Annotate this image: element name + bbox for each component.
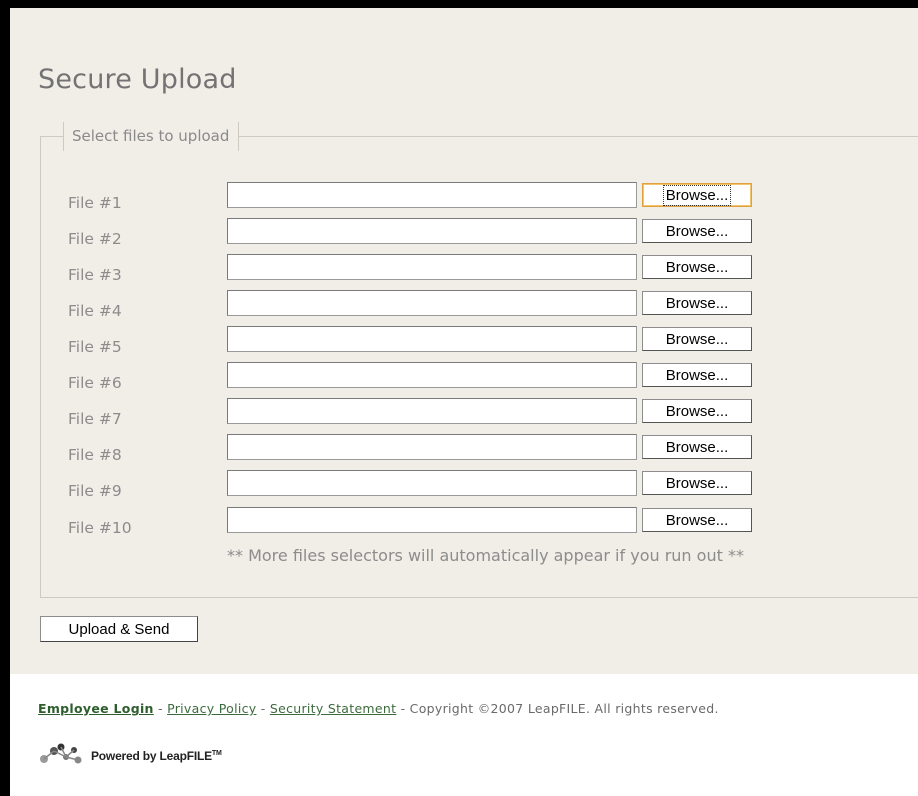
footer-separator: - — [256, 701, 270, 716]
browse-button-label: Browse... — [665, 402, 729, 420]
file-label: File #1 — [68, 194, 122, 212]
file-label: File #3 — [68, 266, 122, 284]
page-frame: Secure Upload Select files to upload Fil… — [10, 8, 918, 796]
file-label: File #7 — [68, 410, 122, 428]
browse-button[interactable]: Browse... — [642, 255, 752, 279]
browse-button[interactable]: Browse... — [642, 183, 752, 207]
file-label: File #2 — [68, 230, 122, 248]
file-path-input[interactable] — [227, 290, 637, 316]
browse-button-label: Browse... — [665, 438, 729, 456]
file-label: File #4 — [68, 302, 122, 320]
browse-button[interactable]: Browse... — [642, 508, 752, 532]
browse-button-label: Browse... — [665, 294, 729, 312]
security-statement-link[interactable]: Security Statement — [270, 701, 396, 716]
footer-links: Employee Login - Privacy Policy - Securi… — [38, 701, 719, 716]
file-path-input[interactable] — [227, 254, 637, 280]
employee-login-link[interactable]: Employee Login — [38, 701, 154, 716]
privacy-policy-link[interactable]: Privacy Policy — [167, 701, 256, 716]
file-label: File #9 — [68, 482, 122, 500]
browse-button-label: Browse... — [662, 184, 732, 206]
file-path-input[interactable] — [227, 362, 637, 388]
file-path-input[interactable] — [227, 218, 637, 244]
browse-button-label: Browse... — [665, 366, 729, 384]
trademark-mark: TM — [211, 750, 222, 757]
file-path-input[interactable] — [227, 326, 637, 352]
browse-button-label: Browse... — [665, 330, 729, 348]
fieldset-legend: Select files to upload — [63, 122, 240, 151]
browse-button-label: Browse... — [665, 474, 729, 492]
file-path-input[interactable] — [227, 398, 637, 424]
file-path-input[interactable] — [227, 470, 637, 496]
leapfile-logo-icon — [38, 742, 86, 770]
browse-button[interactable]: Browse... — [642, 219, 752, 243]
browse-button[interactable]: Browse... — [642, 327, 752, 351]
upload-panel: Secure Upload Select files to upload Fil… — [10, 8, 918, 674]
file-path-input[interactable] — [227, 182, 637, 208]
browse-button[interactable]: Browse... — [642, 291, 752, 315]
copyright-text: - Copyright ©2007 LeapFILE. All rights r… — [396, 701, 719, 716]
browse-button-label: Browse... — [665, 258, 729, 276]
upload-send-button[interactable]: Upload & Send — [40, 616, 198, 642]
browse-button-label: Browse... — [665, 511, 729, 529]
footer-separator: - — [153, 701, 168, 716]
browse-button-label: Browse... — [665, 222, 729, 240]
powered-by-label: Powered by LeapFILE — [91, 749, 212, 763]
file-label: File #5 — [68, 338, 122, 356]
file-label: File #8 — [68, 446, 122, 464]
file-label: File #6 — [68, 374, 122, 392]
powered-by[interactable]: Powered by LeapFILETM — [38, 741, 222, 771]
browse-button[interactable]: Browse... — [642, 363, 752, 387]
browse-button[interactable]: Browse... — [642, 435, 752, 459]
page-title: Secure Upload — [38, 64, 237, 95]
powered-by-text: Powered by LeapFILETM — [91, 749, 222, 763]
browse-button[interactable]: Browse... — [642, 471, 752, 495]
file-path-input[interactable] — [227, 507, 637, 533]
file-label: File #10 — [68, 519, 132, 537]
browse-button[interactable]: Browse... — [642, 399, 752, 423]
file-path-input[interactable] — [227, 434, 637, 460]
more-files-note: ** More files selectors will automatical… — [227, 546, 744, 565]
